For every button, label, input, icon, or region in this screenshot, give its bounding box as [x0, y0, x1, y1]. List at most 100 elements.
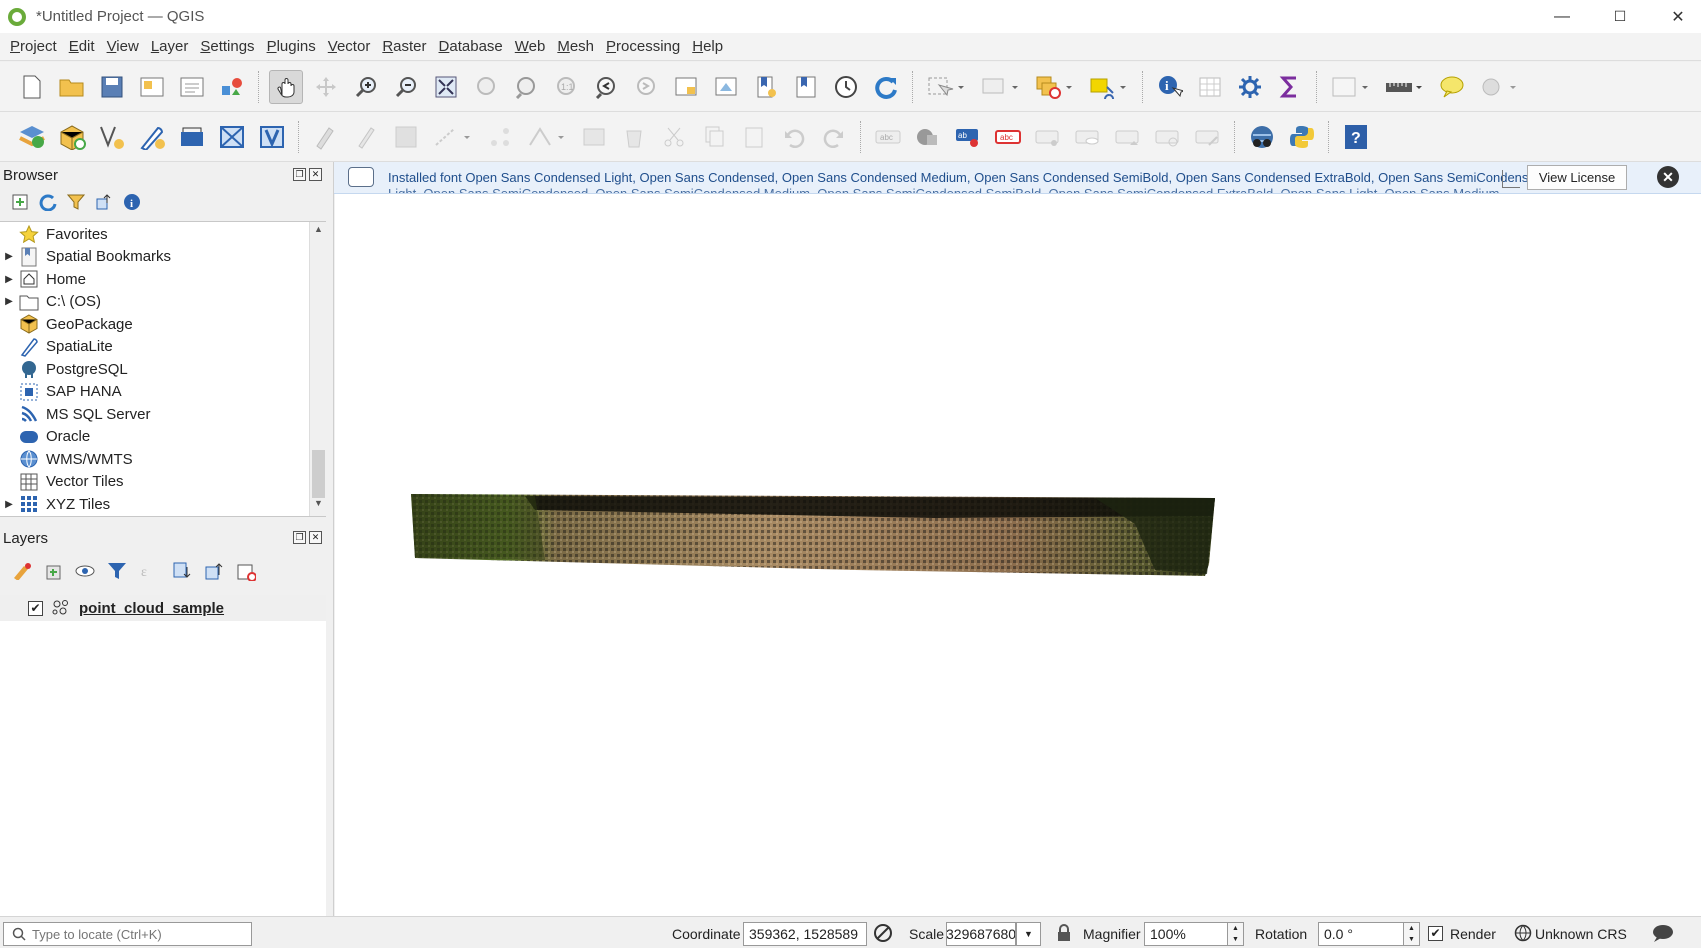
open-project-icon[interactable] — [55, 70, 89, 104]
magnifier-spinner-icon[interactable]: ▲ ▼ — [1228, 922, 1244, 946]
toggle-extents-icon[interactable] — [873, 923, 893, 946]
filter-legend-icon[interactable] — [102, 561, 134, 586]
show-bookmarks-icon[interactable] — [789, 70, 823, 104]
label-properties-icon[interactable] — [1191, 120, 1225, 154]
filter-by-expression-icon[interactable]: ε — [134, 561, 166, 586]
show-hide-labels-icon[interactable] — [1071, 120, 1105, 154]
new-shapefile-layer-icon[interactable] — [95, 120, 129, 154]
menu-project[interactable]: Project — [4, 38, 63, 55]
zoom-to-layer-icon[interactable] — [509, 70, 543, 104]
collapse-all-icon[interactable] — [90, 193, 118, 216]
browser-item-oracle[interactable]: Oracle — [0, 426, 326, 449]
close-panel-icon[interactable]: ✕ — [309, 168, 322, 181]
menu-database[interactable]: Database — [433, 38, 509, 55]
scrollbar-thumb[interactable] — [312, 450, 325, 498]
menu-plugins[interactable]: Plugins — [261, 38, 322, 55]
scroll-up-arrow-icon[interactable]: ▲ — [310, 224, 326, 240]
pan-map-icon[interactable] — [269, 69, 303, 104]
style-manager-icon[interactable] — [215, 70, 249, 104]
scale-field[interactable]: 329687680 — [946, 922, 1016, 946]
locator-input[interactable] — [32, 926, 232, 942]
float-panel-icon[interactable]: ❐ — [293, 168, 306, 181]
layer-row[interactable]: ✔ point_cloud_sample — [0, 595, 326, 621]
delete-selected-icon[interactable] — [617, 120, 651, 154]
lock-scale-icon[interactable] — [1056, 924, 1072, 945]
menu-vector[interactable]: Vector — [322, 38, 377, 55]
browser-item-geopackage[interactable]: GeoPackage — [0, 313, 326, 336]
browser-item-c-os[interactable]: ▶ C:\ (OS) — [0, 291, 326, 314]
new-spatialite-layer-icon[interactable] — [135, 120, 169, 154]
layer-visibility-checkbox[interactable]: ✔ — [28, 600, 43, 616]
render-checkbox[interactable]: ✔ — [1428, 926, 1443, 941]
maximize-button[interactable]: ☐ — [1591, 0, 1649, 33]
expand-all-icon[interactable] — [166, 561, 198, 586]
browser-item-spatial-bookmarks[interactable]: ▶ Spatial Bookmarks — [0, 246, 326, 269]
view-license-button[interactable]: View License — [1527, 165, 1627, 190]
new-geopackage-layer-icon[interactable] — [55, 120, 89, 154]
new-print-layout-icon[interactable] — [135, 70, 169, 104]
browser-item-postgresql[interactable]: PostgreSQL — [0, 358, 326, 381]
browser-item-favorites[interactable]: Favorites — [0, 223, 326, 246]
close-panel-icon[interactable]: ✕ — [309, 531, 322, 544]
rotation-field[interactable]: 0.0 ° — [1318, 922, 1404, 946]
layer-name[interactable]: point_cloud_sample — [79, 600, 224, 617]
vertex-tool-icon[interactable] — [483, 120, 517, 154]
add-selected-layers-icon[interactable] — [6, 193, 34, 216]
layer-styling-icon[interactable] — [6, 562, 38, 585]
digitize-tools-icon[interactable] — [429, 120, 477, 154]
scroll-down-arrow-icon[interactable]: ▼ — [310, 498, 326, 514]
dock-splitter[interactable] — [326, 162, 334, 916]
copy-features-icon[interactable] — [697, 120, 731, 154]
collapse-layers-icon[interactable] — [198, 561, 230, 586]
move-label-icon[interactable] — [1031, 120, 1065, 154]
magnifier-field[interactable]: 100% — [1144, 922, 1228, 946]
add-group-icon[interactable] — [38, 561, 70, 586]
expand-arrow-icon[interactable]: ▶ — [0, 296, 18, 307]
crs-label[interactable]: Unknown CRS — [1535, 926, 1627, 942]
rotate-label-icon[interactable] — [1111, 120, 1145, 154]
remove-layer-icon[interactable] — [230, 561, 262, 586]
deselect-features-icon[interactable] — [1031, 70, 1079, 104]
browser-item-sap-hana[interactable]: SAP HANA — [0, 381, 326, 404]
minimize-button[interactable]: — — [1533, 0, 1591, 33]
modify-attributes-icon[interactable] — [523, 120, 571, 154]
browser-item-xyz-tiles[interactable]: ▶ XYZ Tiles — [0, 493, 326, 516]
close-window-button[interactable]: ✕ — [1649, 0, 1701, 33]
browser-item-spatialite[interactable]: SpatiaLite — [0, 336, 326, 359]
expand-arrow-icon[interactable]: ▶ — [0, 274, 18, 285]
select-features-icon[interactable] — [923, 70, 971, 104]
menu-web[interactable]: Web — [509, 38, 552, 55]
menu-help[interactable]: Help — [686, 38, 729, 55]
browser-item-home[interactable]: ▶ Home — [0, 268, 326, 291]
zoom-out-icon[interactable] — [389, 70, 423, 104]
save-project-icon[interactable] — [95, 70, 129, 104]
zoom-next-icon[interactable] — [629, 70, 663, 104]
zoom-last-icon[interactable] — [589, 70, 623, 104]
zoom-in-icon[interactable] — [349, 70, 383, 104]
cut-features-icon[interactable] — [657, 120, 691, 154]
locator-field[interactable] — [3, 922, 252, 946]
browser-item-wms-wmts[interactable]: WMS/WMTS — [0, 448, 326, 471]
crs-globe-icon[interactable] — [1514, 924, 1532, 945]
coordinate-field[interactable]: 359362, 1528589 — [743, 922, 867, 946]
refresh-browser-icon[interactable] — [34, 193, 62, 216]
expand-arrow-icon[interactable]: ▶ — [0, 251, 18, 262]
float-panel-icon[interactable]: ❐ — [293, 531, 306, 544]
zoom-to-selection-icon[interactable] — [469, 70, 503, 104]
menu-view[interactable]: View — [101, 38, 145, 55]
save-edits-icon[interactable] — [389, 120, 423, 154]
highlight-pinned-icon[interactable]: abc — [991, 120, 1025, 154]
new-bookmark-icon[interactable] — [749, 70, 783, 104]
label-tool-icon[interactable]: abc — [871, 120, 905, 154]
menu-raster[interactable]: Raster — [376, 38, 432, 55]
show-map-tips-icon[interactable] — [1435, 70, 1469, 104]
annotation-tools-icon[interactable] — [1475, 70, 1523, 104]
new-project-icon[interactable] — [15, 70, 49, 104]
change-label-icon[interactable] — [1151, 120, 1185, 154]
python-console-icon[interactable] — [1285, 120, 1319, 154]
messages-log-icon[interactable] — [1651, 923, 1675, 946]
new-temporary-layer-icon[interactable] — [175, 120, 209, 154]
menu-mesh[interactable]: Mesh — [551, 38, 600, 55]
new-mesh-layer-icon[interactable] — [255, 120, 289, 154]
toggle-editing-icon[interactable] — [349, 120, 383, 154]
